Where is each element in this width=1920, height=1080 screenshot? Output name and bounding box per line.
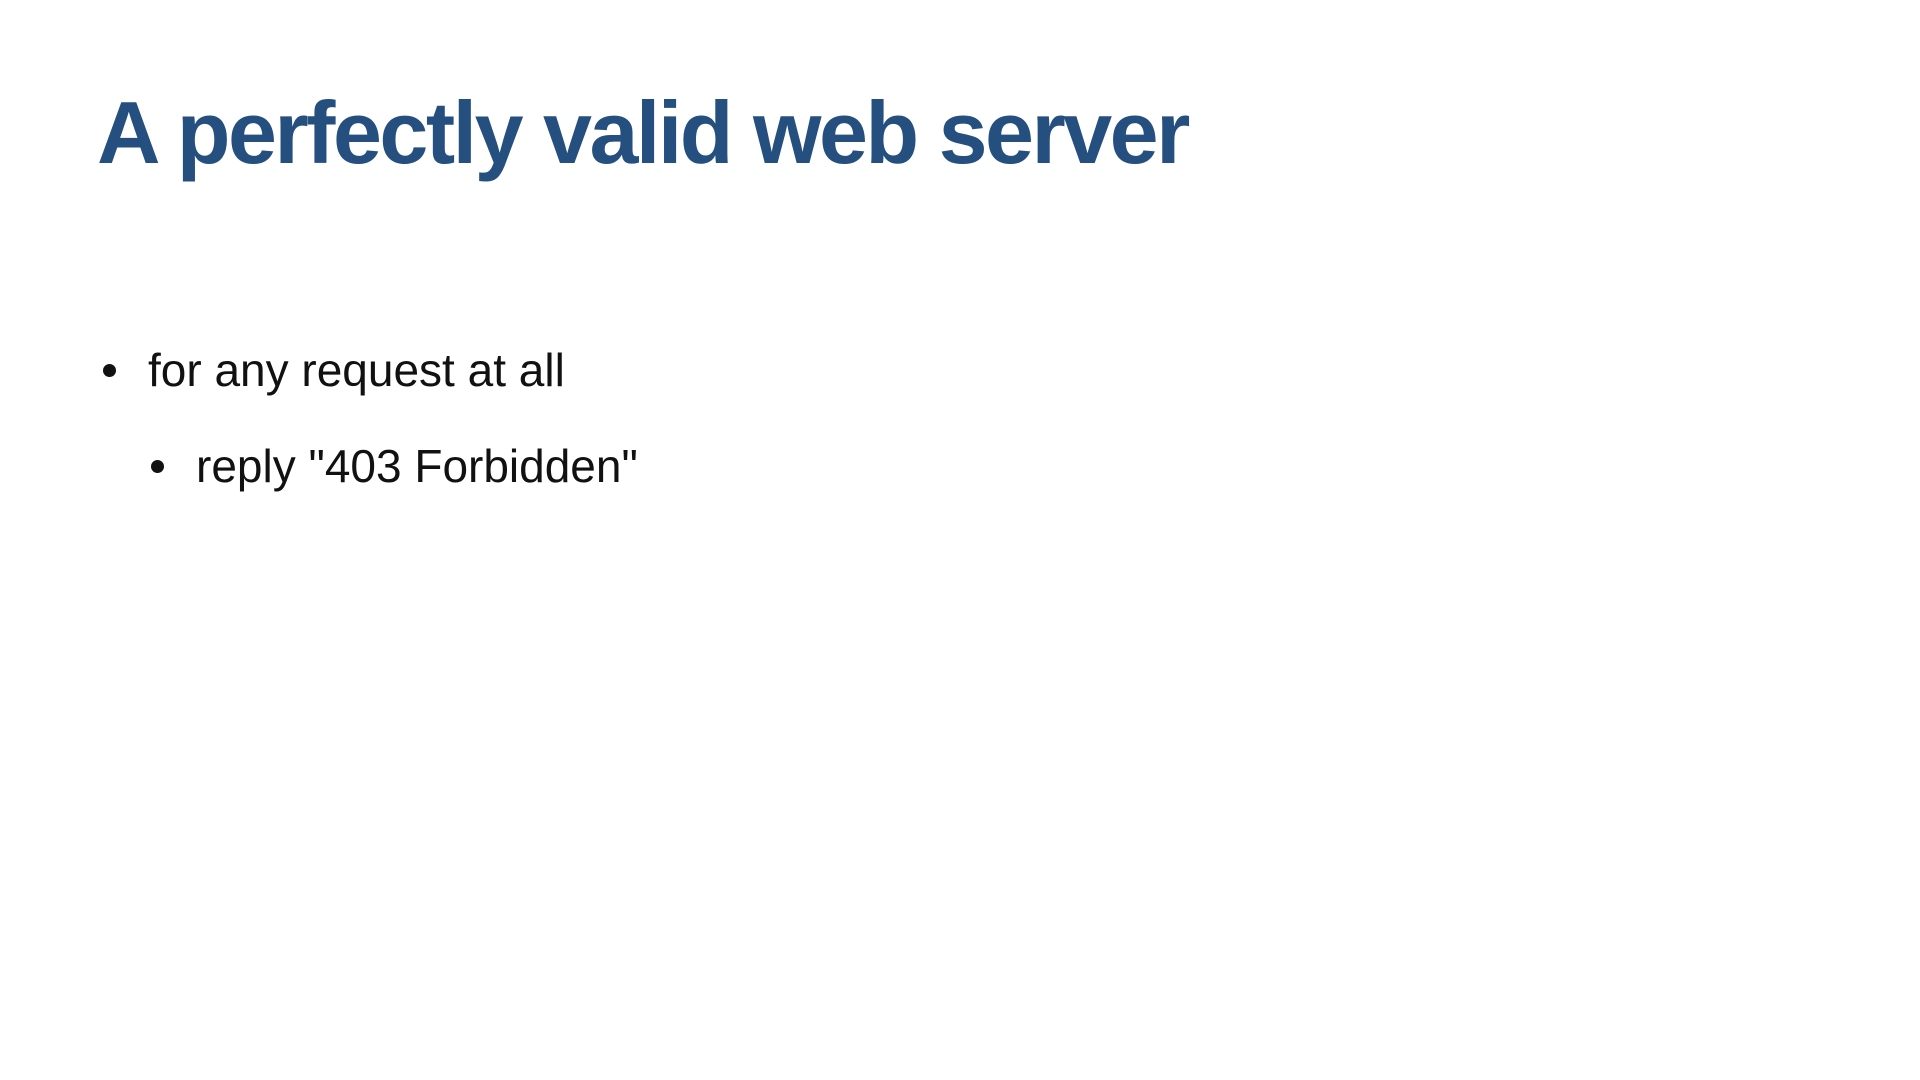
sub-bullet-text: reply "403 Forbidden" <box>196 440 638 492</box>
bullet-icon <box>103 364 116 377</box>
bullet-text: for any request at all <box>148 344 565 396</box>
sub-bullet-item: reply "403 Forbidden" <box>0 434 638 498</box>
bullet-icon <box>151 460 164 473</box>
bullet-item: for any request at all <box>0 338 638 402</box>
slide: A perfectly valid web server for any req… <box>0 0 1920 1080</box>
bullet-list: for any request at all reply "403 Forbid… <box>0 338 638 498</box>
slide-title: A perfectly valid web server <box>97 83 1190 182</box>
